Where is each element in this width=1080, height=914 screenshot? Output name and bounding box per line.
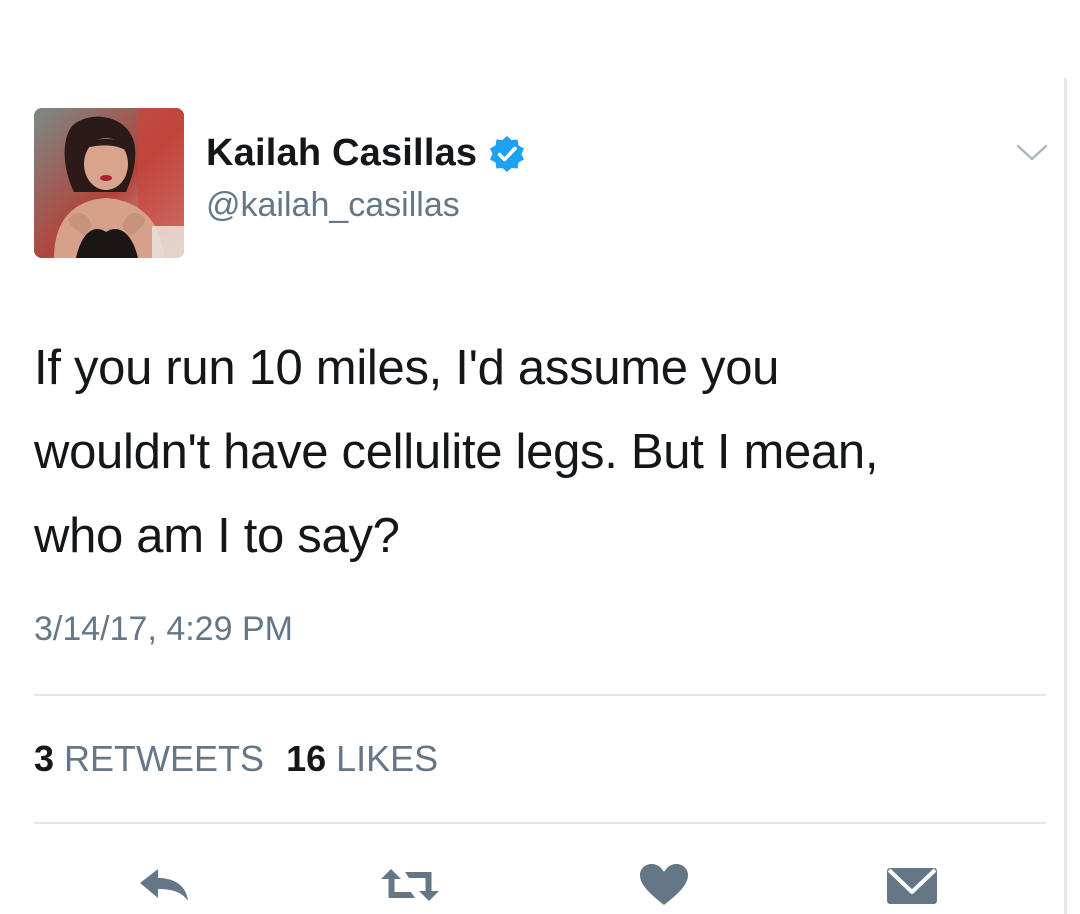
- profile-photo-icon: [34, 108, 184, 258]
- retweets-count: 3: [34, 738, 55, 779]
- tweet-line: wouldn't have cellulite legs. But I mean…: [34, 425, 879, 479]
- direct-message-button[interactable]: [882, 862, 942, 908]
- card-border: [1064, 78, 1067, 914]
- author-name-text: Kailah Casillas: [206, 132, 478, 174]
- retweet-button[interactable]: [378, 862, 442, 908]
- tweet-stats: 3 RETWEETS 16 LIKES: [34, 738, 438, 780]
- author-handle[interactable]: @kailah_casillas: [206, 186, 460, 225]
- avatar[interactable]: [34, 108, 184, 258]
- retweets-stat[interactable]: 3 RETWEETS: [34, 738, 264, 779]
- retweet-icon: [381, 869, 439, 901]
- verified-badge-icon: [487, 134, 527, 174]
- like-button[interactable]: [634, 862, 694, 908]
- retweets-label: RETWEETS: [64, 738, 265, 779]
- tweet-timestamp[interactable]: 3/14/17, 4:29 PM: [34, 610, 293, 649]
- tweet-card: Kailah Casillas @kailah_casillas If you …: [0, 0, 1080, 914]
- reply-button[interactable]: [134, 862, 194, 908]
- tweet-line: who am I to say?: [34, 509, 400, 563]
- author-name[interactable]: Kailah Casillas: [206, 132, 527, 175]
- likes-label: LIKES: [336, 738, 439, 779]
- reply-icon: [140, 869, 188, 901]
- likes-count: 16: [286, 738, 327, 779]
- divider: [34, 822, 1046, 824]
- tweet-text: If you run 10 miles, I'd assume you woul…: [34, 326, 1044, 578]
- chevron-down-icon[interactable]: [1015, 142, 1049, 164]
- envelope-icon: [887, 868, 937, 904]
- divider: [34, 694, 1046, 696]
- tweet-line: If you run 10 miles, I'd assume you: [34, 341, 780, 395]
- likes-stat[interactable]: 16 LIKES: [286, 738, 438, 779]
- heart-icon: [640, 864, 688, 905]
